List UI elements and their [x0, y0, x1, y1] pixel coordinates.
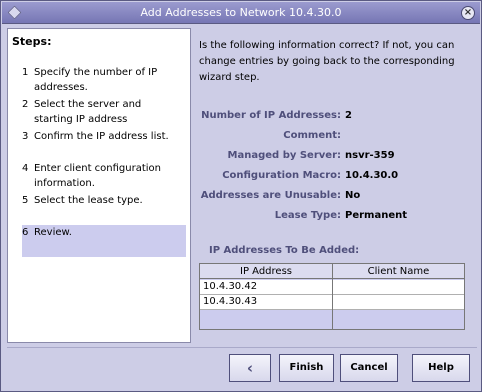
finish-button[interactable]: Finish [279, 354, 334, 382]
wizard-dialog: Add Addresses to Network 10.4.30.0 × Ste… [0, 0, 482, 392]
step-label: Select the server and starting IP addres… [34, 99, 142, 125]
cell-ip[interactable]: 10.4.30.42 [203, 280, 329, 294]
step-number: 4 [22, 163, 29, 174]
step-item: 1 Specify the number of IP addresses. [22, 65, 182, 95]
step-item: 3 Confirm the IP address list. [22, 129, 182, 144]
column-header-ip[interactable]: IP Address [200, 264, 332, 279]
field-value: 10.4.30.0 [345, 170, 399, 181]
cell-ip[interactable]: 10.4.30.43 [203, 295, 329, 309]
field-label: Lease Type: [274, 210, 341, 221]
field-label: Number of IP Addresses: [201, 110, 341, 121]
field-label: Managed by Server: [227, 150, 341, 161]
step-number: 1 [22, 67, 29, 78]
field-value: No [345, 190, 361, 201]
field-label: Configuration Macro: [222, 170, 341, 181]
step-item: 2 Select the server and starting IP addr… [22, 97, 182, 127]
field-label: Comment: [283, 130, 341, 141]
step-number: 5 [22, 195, 29, 206]
step-label: Enter client configuration information. [34, 163, 161, 189]
column-divider [332, 264, 333, 329]
field-value: Permanent [345, 210, 408, 221]
ip-address-table[interactable]: IP Address Client Name 10.4.30.42 10.4.3… [199, 263, 465, 330]
steps-panel: Steps: 1 Specify the number of IP addres… [7, 28, 191, 343]
window-title: Add Addresses to Network 10.4.30.0 [140, 6, 342, 19]
step-number: 6 [22, 227, 29, 238]
steps-heading: Steps: [12, 35, 52, 48]
step-item: 4 Enter client configuration information… [22, 161, 182, 191]
help-button[interactable]: Help [412, 354, 470, 382]
cell-client[interactable] [336, 295, 462, 309]
field-label: Addresses are Unusable: [200, 190, 341, 201]
cancel-button[interactable]: Cancel [340, 354, 398, 382]
step-number: 3 [22, 131, 29, 142]
cell-client[interactable] [336, 280, 462, 294]
button-bar: ‹ Finish Cancel Help [7, 347, 477, 387]
step-item-active: 6 Review. [22, 225, 182, 240]
intro-text: Is the following information correct? If… [199, 40, 455, 83]
close-button[interactable]: × [461, 6, 475, 20]
step-item: 5 Select the lease type. [22, 193, 182, 208]
review-panel: Is the following information correct? If… [199, 28, 477, 343]
step-label: Select the lease type. [34, 195, 143, 206]
step-label: Review. [34, 227, 72, 238]
step-number: 2 [22, 99, 29, 110]
back-button[interactable]: ‹ [229, 354, 271, 382]
field-value: 2 [345, 110, 352, 121]
step-label: Specify the number of IP addresses. [34, 67, 158, 93]
title-bar[interactable]: Add Addresses to Network 10.4.30.0 × [2, 2, 480, 24]
step-label: Confirm the IP address list. [34, 131, 169, 142]
field-value: nsvr-359 [345, 150, 395, 161]
table-heading: IP Addresses To Be Added: [209, 245, 360, 256]
column-header-client[interactable]: Client Name [333, 264, 464, 279]
